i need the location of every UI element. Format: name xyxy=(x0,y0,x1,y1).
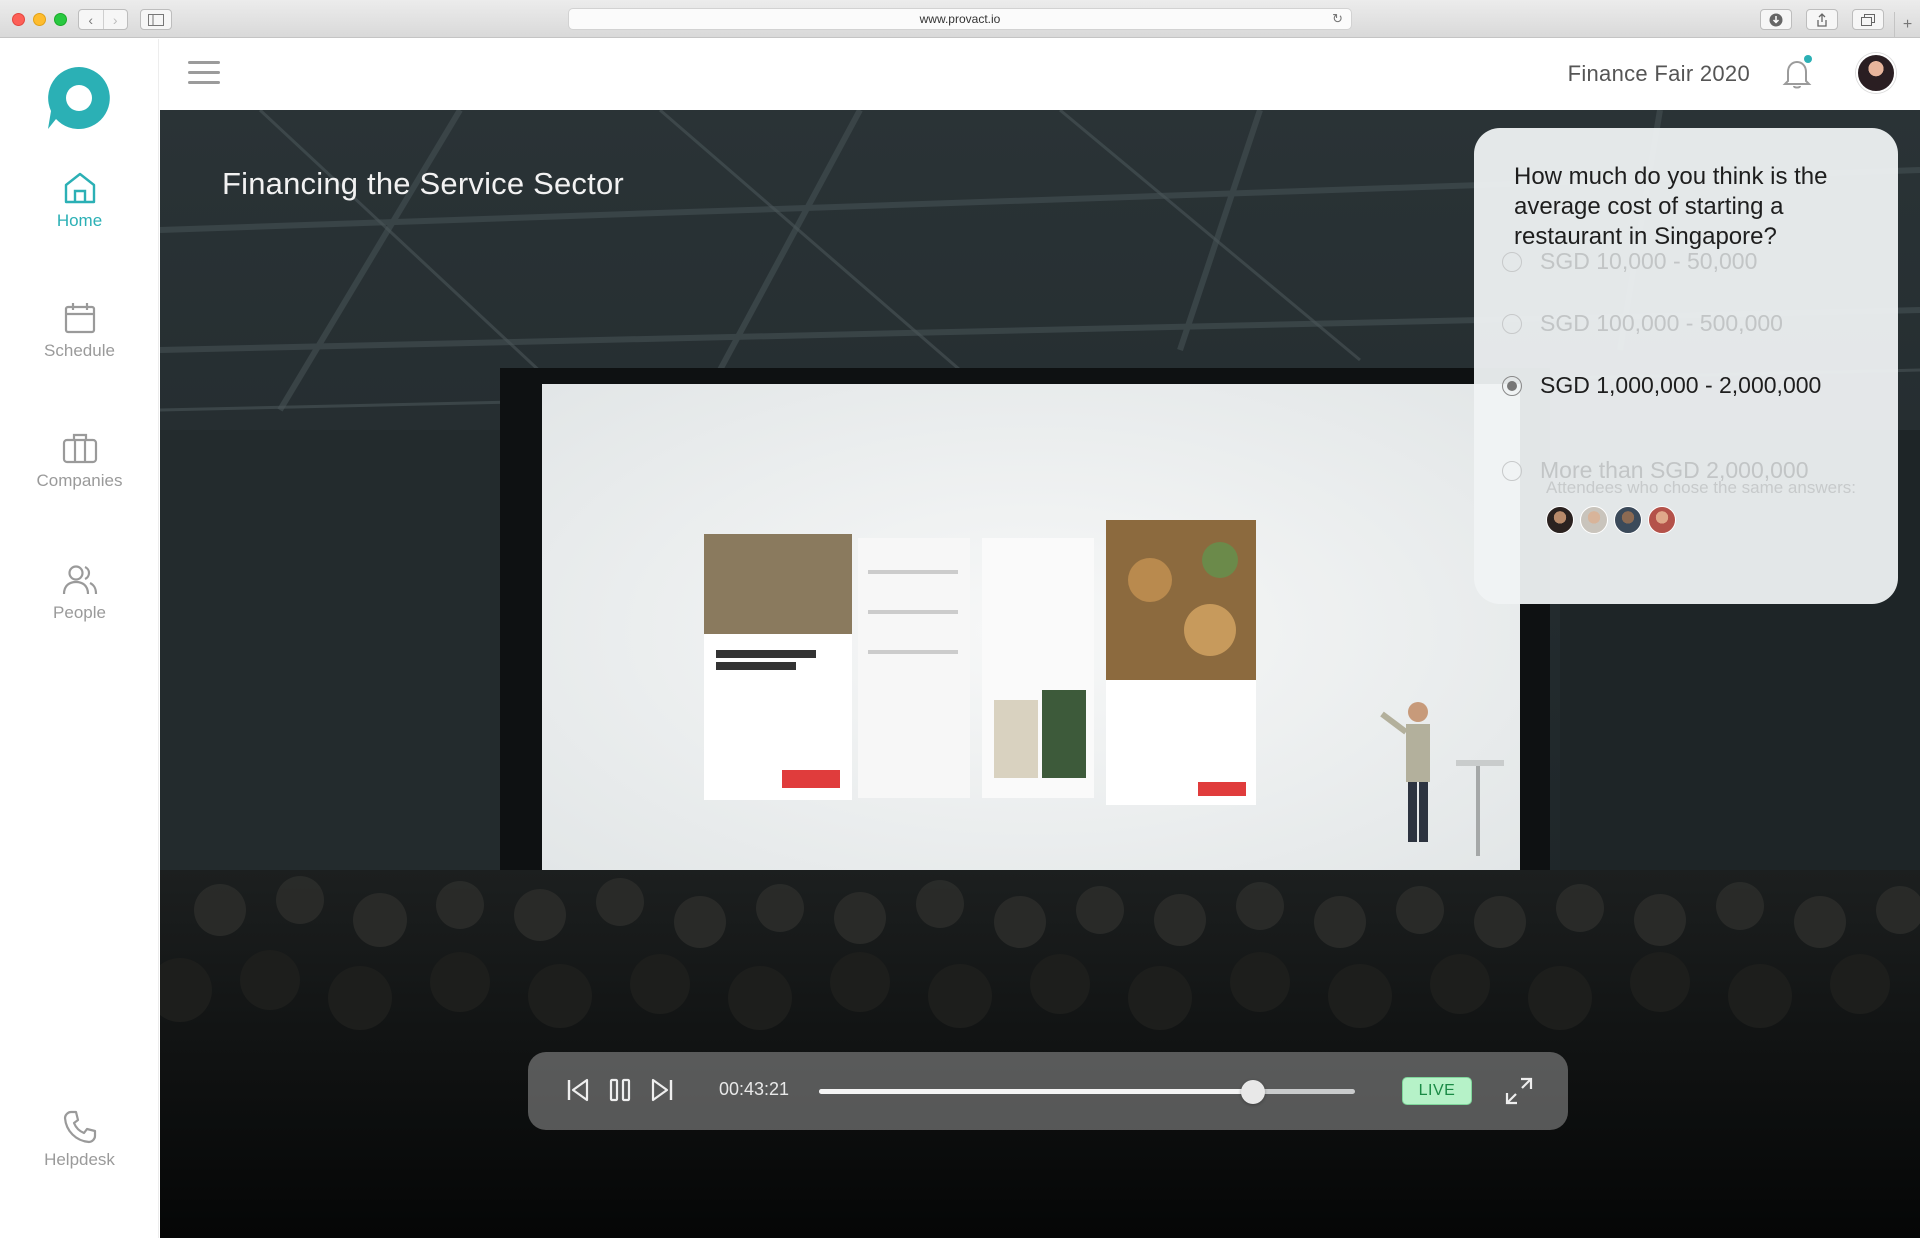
share-button[interactable] xyxy=(1806,9,1838,30)
poll-option-label: More than SGD 2,000,000 xyxy=(1540,457,1809,483)
reload-icon[interactable]: ↻ xyxy=(1332,11,1343,27)
live-badge[interactable]: LIVE xyxy=(1402,1077,1472,1105)
people-icon xyxy=(62,565,97,595)
address-bar[interactable]: www.provact.io ↻ xyxy=(568,8,1352,30)
sidebar-item-label: Companies xyxy=(36,471,123,490)
provact-logo[interactable] xyxy=(48,67,110,129)
progress-fill xyxy=(819,1089,1254,1094)
sidebar-item-companies[interactable]: Companies xyxy=(0,431,159,491)
skip-previous-icon[interactable] xyxy=(566,1076,590,1104)
sidebar-item-helpdesk[interactable]: Helpdesk xyxy=(0,1110,159,1170)
tabs-button[interactable] xyxy=(1852,9,1884,30)
sidebar-item-label: Home xyxy=(56,211,103,230)
back-icon[interactable]: ‹ xyxy=(79,10,103,29)
live-stream-view[interactable]: Financing the Service Sector How much do… xyxy=(160,110,1920,1238)
sidebar-icon xyxy=(148,13,164,26)
forward-icon[interactable]: › xyxy=(102,10,128,29)
avatar[interactable] xyxy=(1648,506,1676,534)
sidebar-toggle-button[interactable] xyxy=(140,9,172,30)
new-tab-button[interactable]: + xyxy=(1894,12,1920,38)
avatar[interactable] xyxy=(1546,506,1574,534)
tabs-icon xyxy=(1861,13,1875,26)
poll-question: How much do you think is the average cos… xyxy=(1514,163,1828,250)
share-icon xyxy=(1817,12,1827,27)
skip-next-icon[interactable] xyxy=(650,1076,674,1104)
user-avatar[interactable] xyxy=(1856,53,1896,93)
video-player-controls: 00:43:21 LIVE xyxy=(528,1052,1568,1130)
fullscreen-icon[interactable] xyxy=(1504,1076,1534,1106)
poll-option-last[interactable]: More than SGD 2,000,000 xyxy=(1502,457,1809,484)
sidebar-item-schedule[interactable]: Schedule xyxy=(0,301,159,361)
avatar[interactable] xyxy=(1614,506,1642,534)
event-title: Finance Fair 2020 xyxy=(1567,61,1750,86)
zoom-window-button[interactable] xyxy=(54,13,67,26)
radio-button[interactable] xyxy=(1502,251,1522,272)
downloads-button[interactable] xyxy=(1760,9,1792,30)
avatar[interactable] xyxy=(1580,506,1608,534)
menu-icon[interactable] xyxy=(188,61,220,85)
sidebar-item-people[interactable]: People xyxy=(0,563,159,623)
session-title: Financing the Service Sector xyxy=(222,166,624,201)
url-text: www.provact.io xyxy=(919,12,1001,26)
history-nav: ‹ › xyxy=(78,9,128,30)
minimize-window-button[interactable] xyxy=(33,13,46,26)
phone-icon xyxy=(63,1110,96,1144)
playback-time: 00:43:21 xyxy=(719,1079,790,1099)
poll-card: How much do you think is the average cos… xyxy=(1474,128,1898,604)
pause-icon[interactable] xyxy=(608,1076,632,1104)
radio-button-checked[interactable] xyxy=(1502,375,1522,396)
home-icon xyxy=(64,172,95,204)
sidebar-item-label: Helpdesk xyxy=(44,1150,115,1169)
poll-option[interactable]: SGD 10,000 - 50,000 xyxy=(1502,248,1757,275)
sidebar-item-home[interactable]: Home xyxy=(0,171,159,231)
sidebar-item-label: People xyxy=(53,603,106,622)
radio-button[interactable] xyxy=(1502,460,1522,481)
poll-option-label: SGD 10,000 - 50,000 xyxy=(1540,248,1758,274)
calendar-icon xyxy=(64,303,95,334)
progress-track[interactable] xyxy=(819,1080,1355,1104)
poll-option-label: SGD 100,000 - 500,000 xyxy=(1540,310,1783,336)
app-window: ‹ › www.provact.io ↻ + Home Schedule Com… xyxy=(0,0,1920,1238)
close-window-button[interactable] xyxy=(12,13,25,26)
attendee-avatars xyxy=(1546,506,1676,534)
download-icon xyxy=(1769,13,1783,26)
poll-option-label: SGD 1,000,000 - 2,000,000 xyxy=(1540,372,1822,398)
poll-option[interactable]: SGD 100,000 - 500,000 xyxy=(1502,310,1783,337)
briefcase-icon xyxy=(62,433,97,464)
progress-handle[interactable] xyxy=(1241,1080,1266,1104)
notification-dot xyxy=(1804,55,1812,63)
radio-button[interactable] xyxy=(1502,313,1522,334)
browser-toolbar: ‹ › www.provact.io ↻ + xyxy=(0,0,1920,38)
app-sidebar: Home Schedule Companies People Helpdesk xyxy=(0,39,159,1238)
poll-option-selected[interactable]: SGD 1,000,000 - 2,000,000 xyxy=(1502,372,1821,399)
sidebar-item-label: Schedule xyxy=(44,341,115,360)
app-header: Finance Fair 2020 xyxy=(160,39,1920,110)
